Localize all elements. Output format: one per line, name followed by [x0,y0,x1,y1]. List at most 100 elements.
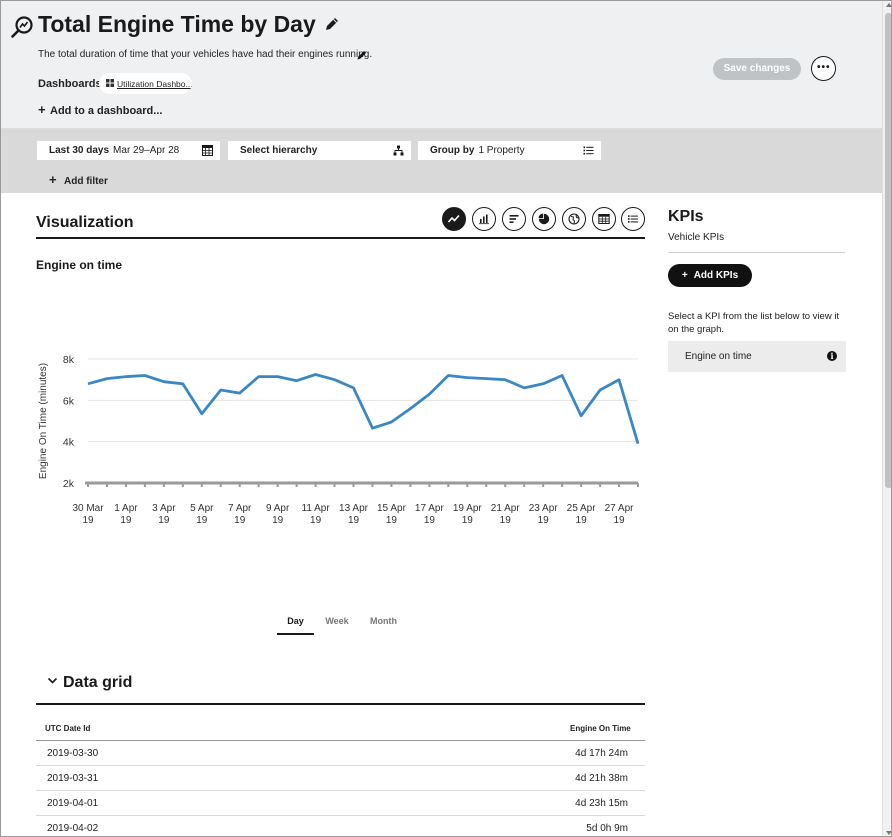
table-icon [598,214,610,224]
visualization-heading: Visualization [36,214,134,231]
x-tick-label: 9 Apr 19 [266,503,290,526]
engine-time-cell: 4d 21h 38m [575,773,628,784]
table-row: 2019-04-01 4d 23h 15m [36,791,645,816]
pie-chart-button[interactable] [532,207,556,231]
kpis-subtitle: Vehicle KPIs [668,232,725,243]
x-tick-label: 27 Apr 19 [605,503,635,526]
table-row: 2019-03-31 4d 21h 38m [36,766,645,791]
vertical-scrollbar[interactable] [882,1,891,836]
column-header-date[interactable]: UTC Date Id [45,724,90,733]
dashboard-chip[interactable]: Utilization Dashbo... [99,73,192,94]
pie-chart-icon [538,213,550,225]
kpi-item-label: Engine on time [685,351,752,362]
plus-icon: + [49,172,57,187]
divider [36,703,645,705]
data-grid-toggle[interactable]: Data grid [47,674,132,692]
add-to-dashboard-link[interactable]: + Add to a dashboard... [38,102,162,117]
list-icon [583,146,594,155]
kpis-heading: KPIs [668,208,704,225]
table-row: 2019-04-02 5d 0h 9m [36,816,645,836]
x-tick-label: 19 Apr 19 [453,503,483,526]
group-by-value: 1 Property [478,145,525,156]
calendar-icon [202,145,213,156]
x-tick-label: 3 Apr 19 [152,503,176,526]
add-filter-button[interactable]: + Add filter [49,172,108,187]
more-options-button[interactable]: ••• [811,56,836,81]
bar-chart-icon [479,214,489,225]
hierarchy-select[interactable]: Select hierarchy [228,141,411,160]
ellipsis-icon: ••• [817,62,831,73]
chevron-down-icon [47,677,58,684]
page-description: The total duration of time that your veh… [38,49,373,60]
x-tick-label: 7 Apr 19 [228,503,252,526]
engine-time-cell: 4d 17h 24m [575,748,628,759]
chart-title: Engine on time [36,258,123,272]
filter-bar: Last 30 days Mar 29–Apr 28 Select hierarc… [1,129,882,193]
add-kpis-button[interactable]: + Add KPIs [668,264,752,287]
scroll-up-icon[interactable] [886,3,891,7]
hierarchy-icon [393,145,404,156]
y-tick-label: 2k [63,478,75,490]
x-tick-label: 1 Apr 19 [114,503,138,526]
engine-time-cell: 5d 0h 9m [586,823,628,834]
table-button[interactable] [592,207,616,231]
line-chart-button[interactable] [442,207,466,231]
map-button[interactable] [562,207,586,231]
date-cell: 2019-04-02 [47,823,99,834]
y-tick-label: 6k [63,395,75,407]
info-icon[interactable]: i [827,351,837,361]
dashboards-label: Dashboards: [38,78,106,90]
x-tick-label: 5 Apr 19 [190,503,214,526]
dashboard-chip-label: Utilization Dashbo... [117,79,192,89]
edit-description-icon[interactable] [356,49,368,61]
data-grid-heading: Data grid [63,674,133,691]
line-chart-icon [448,214,460,223]
report-page: Total Engine Time by Day The total durat… [0,0,892,837]
add-kpis-label: Add KPIs [693,270,739,281]
report-header: Total Engine Time by Day The total durat… [1,1,882,129]
hierarchy-label: Select hierarchy [240,145,318,156]
report-search-icon [11,16,33,38]
y-tick-label: 4k [63,437,75,449]
divider [668,252,845,253]
series-line [87,373,640,445]
horizontal-bar-button[interactable] [502,207,526,231]
group-by-select[interactable]: Group by 1 Property [418,141,601,160]
dashboard-icon [106,79,114,87]
x-tick-label: 21 Apr 19 [491,503,521,526]
save-changes-button[interactable]: Save changes [713,58,801,80]
add-to-dashboard-label: Add to a dashboard... [50,105,163,117]
table-row: 2019-03-30 4d 17h 24m [36,741,645,766]
scrollbar-thumb[interactable] [885,13,891,488]
date-cell: 2019-04-01 [47,798,99,809]
list-icon [628,215,638,223]
x-tick-label: 13 Apr 19 [339,503,369,526]
tab-month[interactable]: Month [365,613,402,635]
bar-chart-button[interactable] [472,207,496,231]
kpi-item-engine-on-time[interactable]: Engine on time i [668,341,846,372]
x-tick-label: 11 Apr 19 [302,503,331,526]
date-range-select[interactable]: Last 30 days Mar 29–Apr 28 [37,141,220,160]
date-range-value: Mar 29–Apr 28 [113,145,180,156]
scroll-down-icon[interactable] [886,831,891,835]
date-cell: 2019-03-31 [47,773,99,784]
group-by-label: Group by [430,145,475,156]
add-filter-label: Add filter [64,176,108,187]
kpi-help-text: Select a KPI from the list below to view… [668,311,840,335]
tab-day[interactable]: Day [277,613,314,635]
x-tick-label: 17 Apr 19 [415,503,445,526]
page-title: Total Engine Time by Day [38,11,316,37]
plus-icon: + [681,270,688,281]
engine-time-line-chart: 2k 4k 6k 8k 30 Mar 19 1 Apr 19 3 Apr 19 5 Apr 19 7 A… [38,354,640,526]
date-range-label: Last 30 days [49,145,110,156]
map-icon [568,213,580,225]
x-tick-label: 30 Mar 19 [72,503,104,526]
column-header-engine-time[interactable]: Engine On Time [570,724,631,733]
y-tick-label: 8k [63,354,75,366]
list-view-button[interactable] [621,207,645,231]
divider [36,237,645,239]
edit-title-icon[interactable] [323,15,341,33]
plus-icon: + [38,102,46,117]
engine-time-cell: 4d 23h 15m [575,798,628,809]
tab-week[interactable]: Week [320,613,354,635]
